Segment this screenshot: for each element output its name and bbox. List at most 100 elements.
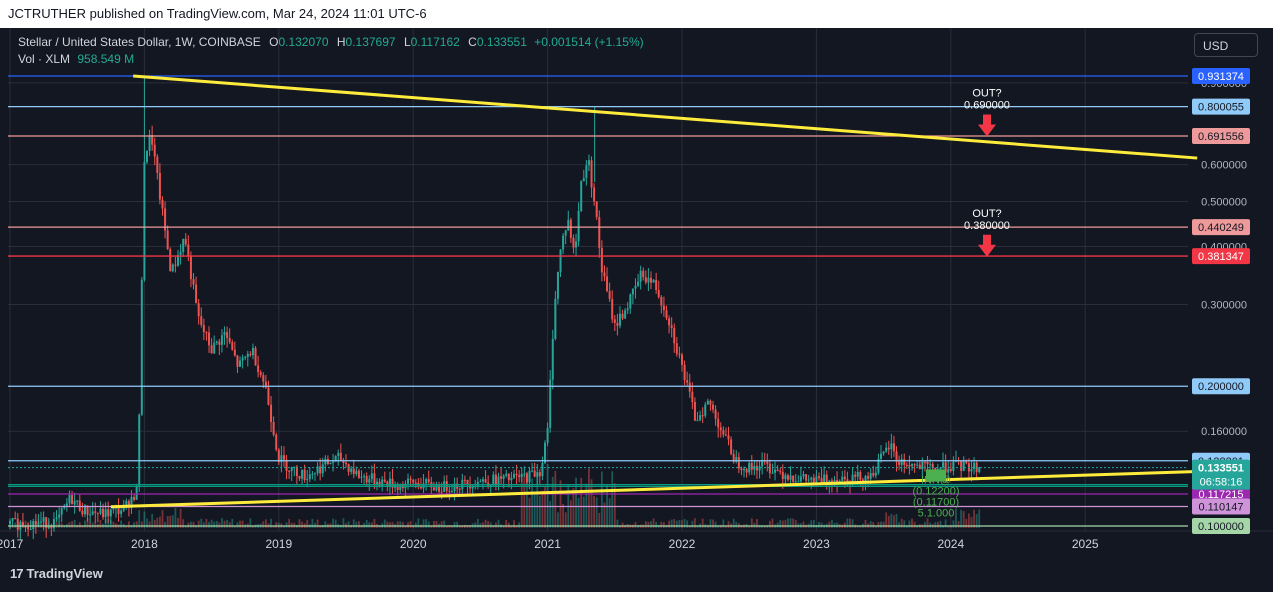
candle (856, 471, 859, 477)
volume-bar (182, 519, 185, 528)
candle (952, 461, 955, 471)
candle (373, 473, 376, 484)
candle (611, 298, 614, 320)
legend-volume-label[interactable]: Vol · XLM (18, 52, 70, 66)
countdown-text: 06:58:16 (1200, 477, 1243, 489)
candle (841, 476, 844, 481)
candle (549, 379, 552, 428)
candle (407, 478, 410, 484)
candle (766, 461, 769, 464)
volume-bar (474, 522, 477, 528)
currency-button[interactable]: USD (1194, 33, 1258, 57)
trendline[interactable] (110, 470, 1198, 509)
volume-bar (593, 495, 596, 528)
candle (332, 461, 335, 463)
candle (182, 238, 185, 252)
candle (580, 181, 583, 212)
candle (892, 443, 895, 452)
candle (794, 481, 797, 483)
candle (112, 508, 115, 510)
candle (637, 281, 640, 286)
volume-bar (580, 477, 583, 528)
volume-bar (776, 522, 779, 528)
candle (905, 464, 908, 466)
volume-bar (936, 521, 939, 528)
candle (626, 308, 629, 311)
volume-bar (877, 522, 880, 528)
volume-bar (443, 520, 446, 528)
candle (254, 347, 257, 366)
candle (603, 272, 606, 277)
candle (709, 400, 712, 405)
candle (187, 244, 190, 257)
candle (189, 256, 192, 280)
candle (42, 517, 45, 522)
trendline[interactable] (133, 74, 1198, 160)
legend-symbol[interactable]: Stellar / United States Dollar, 1W, COIN… (18, 35, 261, 49)
volume-bar (611, 471, 614, 528)
tradingview-logo[interactable]: 17 TradingView (10, 566, 103, 581)
candle (668, 318, 671, 326)
volume-bar (549, 500, 552, 528)
candle (898, 461, 901, 465)
candle (91, 511, 94, 515)
entry-label: 5.1.000 (918, 507, 955, 519)
annotation-title: OUT? (972, 87, 1001, 99)
candle (750, 463, 753, 470)
volume-bar (670, 519, 673, 528)
volume-bar (675, 520, 678, 528)
candle (249, 353, 252, 356)
candle (717, 418, 720, 428)
candle (466, 479, 469, 485)
volume-bar (851, 519, 854, 528)
y-tick-label: 0.500000 (1201, 196, 1247, 208)
candle (538, 472, 541, 477)
volume-bar (112, 521, 115, 528)
candle (874, 472, 877, 476)
candle (378, 481, 381, 487)
candle (213, 342, 216, 354)
x-tick-label: 2020 (400, 537, 427, 551)
candle (365, 475, 368, 483)
volume-bar (396, 521, 399, 528)
candle (120, 510, 123, 514)
candle (918, 464, 921, 470)
volume-bar (505, 519, 508, 528)
candle (590, 160, 593, 188)
price-chart[interactable]: 2017201820192020202120222023202420250.90… (0, 28, 1273, 558)
volume-bar (913, 521, 916, 528)
candle (655, 279, 658, 291)
volume-bar (236, 522, 239, 528)
candle (792, 475, 795, 482)
candle (541, 462, 544, 477)
candle (699, 415, 702, 421)
volume-bar (934, 522, 937, 528)
volume-bar (174, 508, 177, 528)
annotation-price: 0.380000 (964, 220, 1010, 232)
candle (644, 277, 647, 283)
candle (688, 382, 691, 392)
volume-bar (869, 521, 872, 528)
legend-volume-value: 958.549 M (77, 52, 135, 66)
candle (859, 471, 862, 480)
price-level-label-text: 0.100000 (1198, 521, 1244, 533)
candle (569, 219, 572, 238)
volume-bar (681, 520, 683, 528)
volume-bar (616, 519, 619, 528)
candle (324, 458, 327, 465)
volume-bar (973, 509, 975, 528)
candle (27, 526, 30, 530)
candle (14, 518, 17, 520)
candle (567, 219, 570, 231)
candle (244, 357, 247, 359)
volume-bar (316, 519, 319, 528)
candle (96, 512, 99, 514)
legend-high-key: H (336, 35, 346, 49)
volume-bar (541, 490, 544, 528)
volume-bar (264, 519, 267, 528)
candle (357, 470, 360, 478)
candle (55, 517, 58, 520)
candle (102, 508, 105, 518)
volume-bar (644, 521, 647, 528)
volume-bar (71, 521, 73, 528)
